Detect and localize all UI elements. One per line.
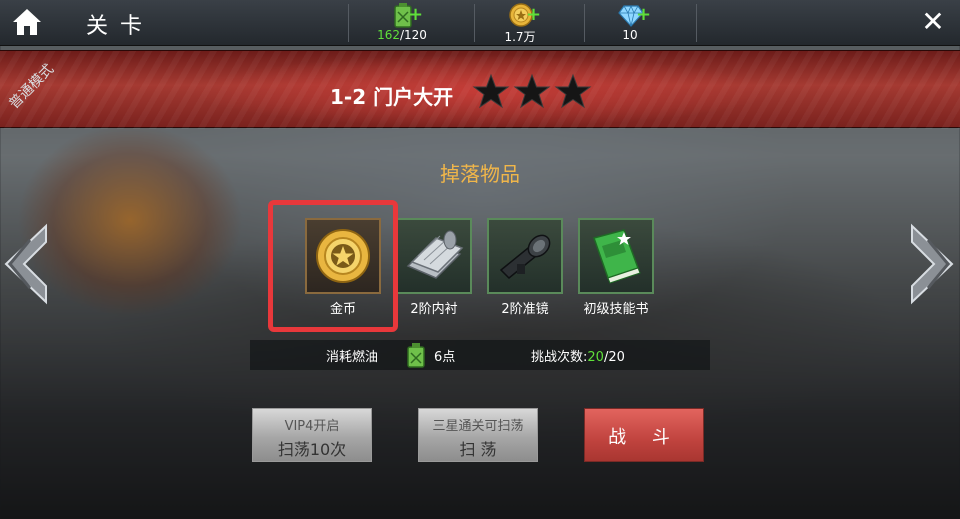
diamond-resource[interactable]: + 10 bbox=[590, 2, 670, 46]
star-icon bbox=[472, 73, 510, 109]
divider bbox=[348, 4, 349, 42]
next-stage-arrow[interactable] bbox=[910, 222, 958, 306]
battle-label: 战 斗 bbox=[608, 427, 680, 448]
star-icon bbox=[513, 73, 551, 109]
fuel-can-icon bbox=[407, 343, 425, 368]
stage-info-bar: 消耗燃油 6点 挑战次数:20/20 bbox=[250, 340, 710, 370]
close-icon: ✕ bbox=[921, 5, 945, 38]
armor-lining-icon bbox=[406, 230, 464, 279]
challenge-current: 20 bbox=[587, 350, 604, 365]
add-gold-icon[interactable]: + bbox=[526, 6, 541, 24]
drop-items-title: 掉落物品 bbox=[440, 162, 520, 186]
home-icon bbox=[13, 9, 41, 35]
add-fuel-icon[interactable]: + bbox=[408, 6, 423, 24]
page-title: 关卡 bbox=[86, 14, 155, 39]
sweep-button[interactable]: 三星通关可扫荡 扫 荡 bbox=[418, 408, 538, 462]
item-label: 初级技能书 bbox=[583, 302, 649, 317]
item-frame bbox=[305, 218, 381, 294]
gold-resource[interactable]: + 1.7万 bbox=[480, 2, 560, 46]
star-icon bbox=[554, 73, 592, 109]
stage-banner: 1-2 门户大开 bbox=[0, 50, 960, 129]
item-frame bbox=[487, 218, 563, 294]
item-frame bbox=[578, 218, 654, 294]
battle-button[interactable]: 战 斗 bbox=[584, 408, 704, 462]
divider bbox=[474, 4, 475, 42]
sweep-10-button[interactable]: VIP4开启 扫荡10次 bbox=[252, 408, 372, 462]
previous-stage-arrow[interactable] bbox=[0, 222, 48, 306]
fuel-current: 162 bbox=[377, 28, 400, 42]
challenge-max: /20 bbox=[603, 350, 625, 365]
scope-icon bbox=[499, 234, 551, 280]
sweep-requirement: 三星通关可扫荡 bbox=[432, 419, 524, 434]
divider bbox=[696, 4, 697, 42]
chevron-right-icon bbox=[911, 223, 954, 305]
sweep-10-requirement: VIP4开启 bbox=[284, 419, 340, 434]
sweep-10-label: 扫荡10次 bbox=[277, 440, 347, 459]
sweep-label: 扫 荡 bbox=[459, 440, 497, 459]
top-bar: 关卡 + 162/120 + 1.7万 + 10 ✕ bbox=[0, 0, 960, 46]
fuel-cost-value: 6点 bbox=[434, 350, 456, 365]
gold-value: 1.7万 bbox=[504, 30, 536, 44]
add-diamond-icon[interactable]: + bbox=[636, 6, 651, 24]
drop-item-lining[interactable]: 2阶内衬 bbox=[396, 218, 472, 317]
diamond-value: 10 bbox=[622, 28, 638, 42]
fuel-max: /120 bbox=[399, 28, 427, 42]
drop-item-gold[interactable]: 金币 bbox=[305, 218, 381, 317]
fuel-resource[interactable]: + 162/120 bbox=[362, 2, 442, 46]
drop-item-skill-book[interactable]: 初级技能书 bbox=[578, 218, 654, 317]
gold-coin-icon bbox=[316, 229, 370, 283]
star-rating bbox=[472, 73, 592, 109]
challenge-count-label: 挑战次数: bbox=[531, 350, 588, 365]
drop-item-scope[interactable]: 2阶准镜 bbox=[487, 218, 563, 317]
challenge-count: 挑战次数:20/20 bbox=[531, 346, 625, 365]
drop-items-list: 金币 2阶内衬 2阶准镜 初级技能书 bbox=[0, 218, 960, 318]
stage-name: 1-2 门户大开 bbox=[330, 85, 454, 109]
home-button[interactable] bbox=[10, 6, 44, 38]
item-frame bbox=[396, 218, 472, 294]
fuel-cost-label: 消耗燃油 bbox=[326, 350, 379, 365]
close-button[interactable]: ✕ bbox=[916, 6, 950, 40]
chevron-left-icon bbox=[4, 223, 47, 305]
divider bbox=[584, 4, 585, 42]
skill-book-icon bbox=[593, 229, 641, 284]
